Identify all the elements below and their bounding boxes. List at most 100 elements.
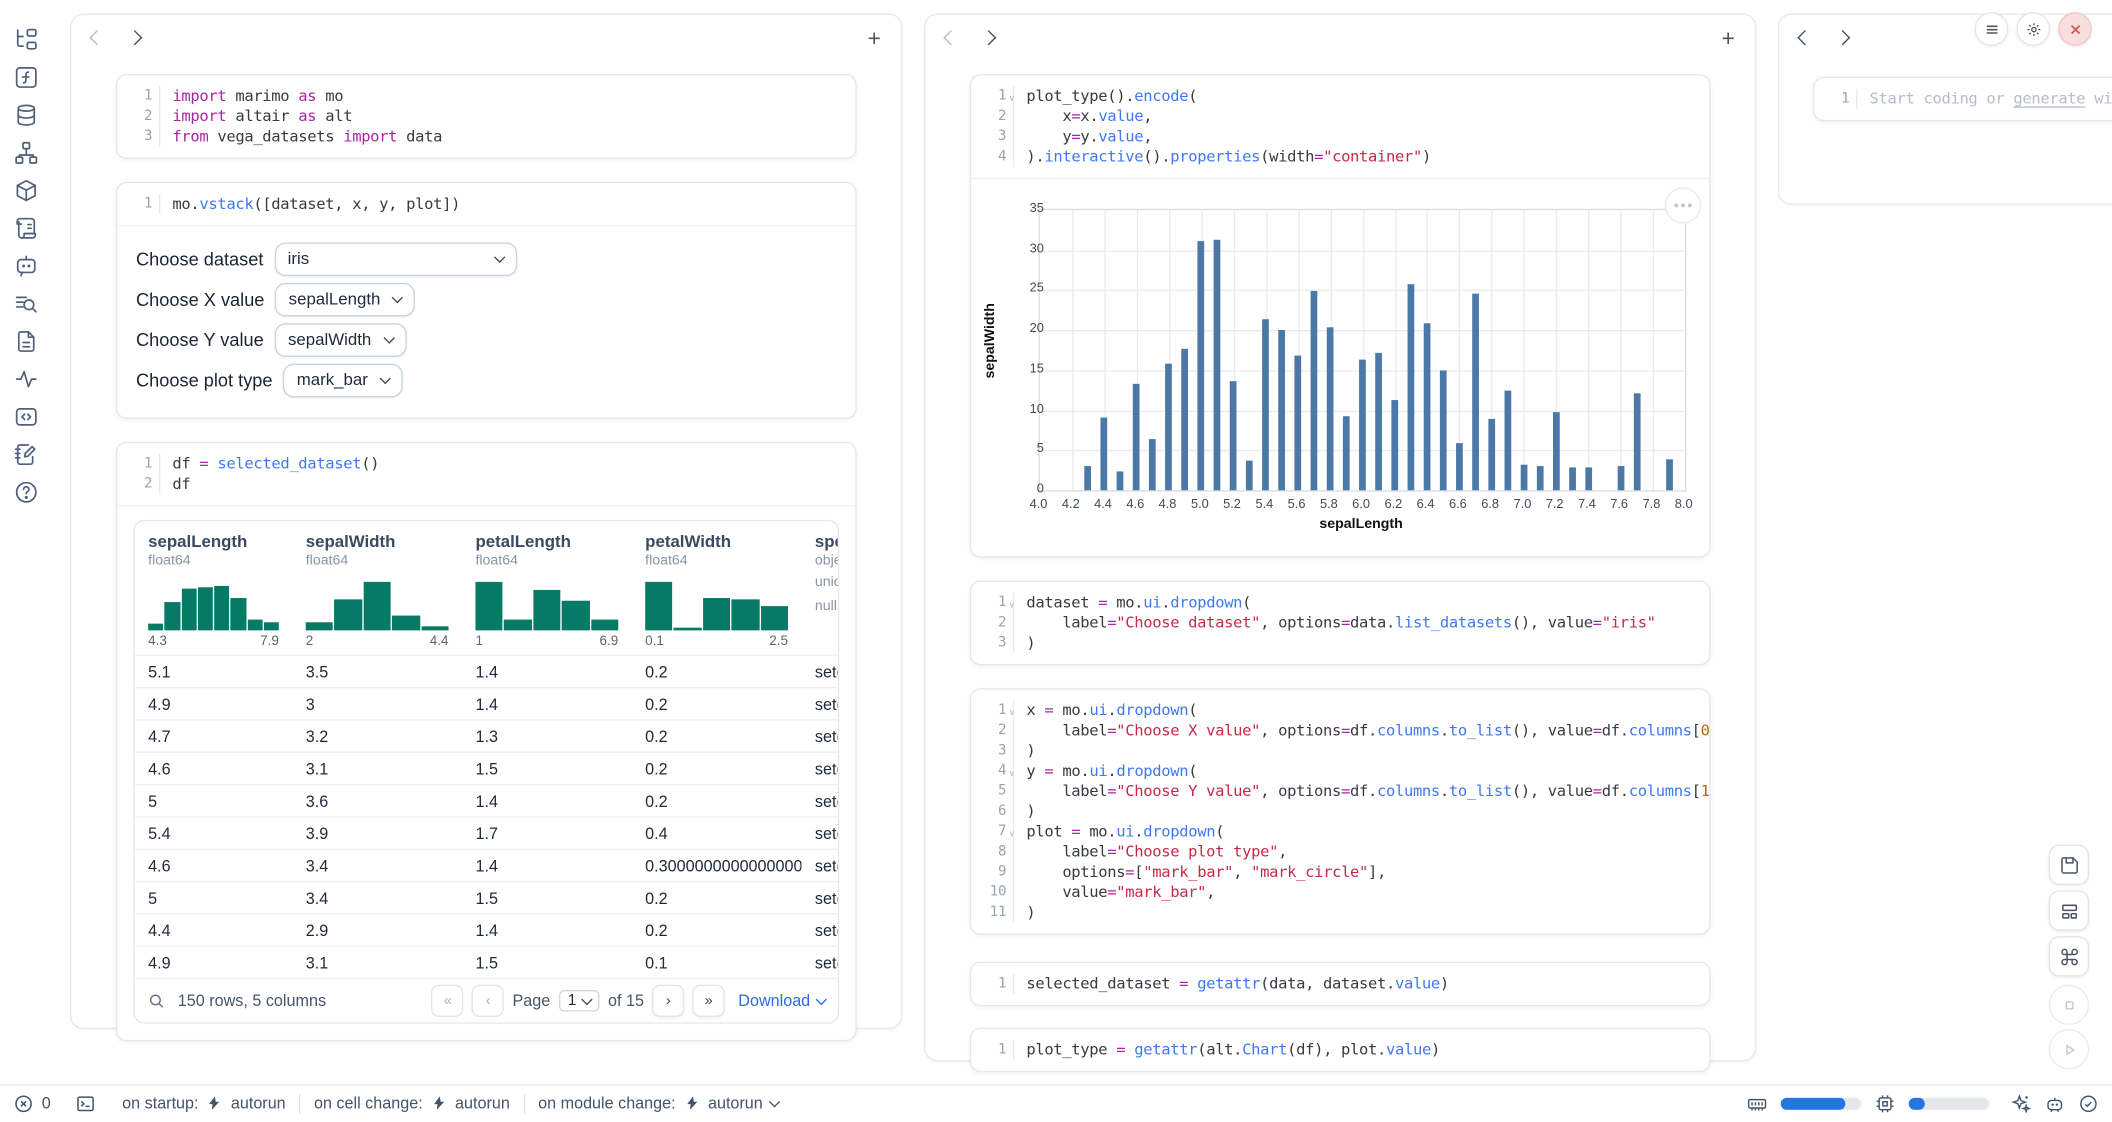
chart-bar <box>1407 284 1414 490</box>
column-prev-icon[interactable] <box>943 30 958 45</box>
table-cell: 4.4 <box>135 914 293 946</box>
file-tree-icon[interactable] <box>13 27 39 53</box>
dataframe-card: sepalLengthfloat644.37.9sepalWidthfloat6… <box>133 520 839 1024</box>
command-icon <box>2059 946 2079 966</box>
column-next-icon[interactable] <box>127 30 142 45</box>
sparkles-icon[interactable] <box>2011 1093 2031 1113</box>
help-circle-icon[interactable] <box>13 480 39 506</box>
xyplot-code-editor[interactable]: 1∨x = mo.ui.dropdown(2 label="Choose X v… <box>971 690 1709 934</box>
chart-bar <box>1166 363 1173 490</box>
command-palette-button[interactable] <box>2049 936 2089 976</box>
settings-button[interactable] <box>2016 12 2050 46</box>
line-number: 3 <box>971 741 1014 761</box>
chart-bar <box>1343 417 1350 491</box>
plot-type-code-editor[interactable]: 1plot_type = getattr(alt.Chart(df), plot… <box>971 1029 1709 1071</box>
table-cell: 0.2 <box>632 752 802 784</box>
next-page-button[interactable]: › <box>652 985 684 1017</box>
column-header-sepalLength[interactable]: sepalLengthfloat644.37.9 <box>135 521 293 655</box>
line-number: 2 <box>117 106 160 126</box>
column-prev-icon[interactable] <box>89 30 104 45</box>
table-cell: 0.1 <box>632 946 802 978</box>
network-icon[interactable] <box>13 140 39 166</box>
column-2: + 1∨plot_type().encode(2 x=x.value,3 y=y… <box>924 13 1756 1061</box>
notebook-pen-icon[interactable] <box>13 442 39 468</box>
chart-bar <box>1504 390 1511 490</box>
page-select[interactable]: 1 <box>558 990 600 1012</box>
database-icon[interactable] <box>13 102 39 128</box>
autorun-setting-0[interactable]: on startup:autorun <box>122 1094 286 1113</box>
table-cell: 3.9 <box>292 817 462 849</box>
errors-indicator[interactable]: 0 <box>13 1093 50 1113</box>
add-cell-button[interactable]: + <box>1721 26 1734 49</box>
autorun-setting-2[interactable]: on module change:autorun <box>538 1094 779 1113</box>
bot-message-icon[interactable] <box>13 253 39 279</box>
chart-y-axis-label: sepalWidth <box>982 246 998 435</box>
download-button[interactable]: Download <box>738 991 824 1010</box>
line-number: 3 <box>117 127 160 147</box>
chart-bar <box>1633 393 1640 491</box>
column-prev-icon[interactable] <box>1797 30 1812 45</box>
chart-actions-button[interactable] <box>1665 187 1701 223</box>
errors-count: 0 <box>42 1094 51 1113</box>
save-button[interactable] <box>2049 845 2089 885</box>
autorun-setting-1[interactable]: on cell change:autorun <box>314 1094 510 1113</box>
code-line: 1plot_type = getattr(alt.Chart(df), plot… <box>971 1040 1709 1060</box>
selected-dataset-code-editor[interactable]: 1selected_dataset = getattr(data, datase… <box>971 963 1709 1005</box>
activity-icon[interactable] <box>13 366 39 392</box>
stop-button[interactable] <box>2049 985 2089 1025</box>
bot-icon[interactable] <box>2045 1093 2065 1113</box>
table-cell: 4.7 <box>135 720 293 752</box>
prev-page-button[interactable]: ‹ <box>472 985 504 1017</box>
list-search-icon[interactable] <box>13 291 39 317</box>
line-number: 10 <box>971 882 1014 902</box>
run-button[interactable] <box>2049 1029 2089 1069</box>
save-icon <box>2059 855 2079 875</box>
last-page-button[interactable]: » <box>692 985 724 1017</box>
code-line: 10 value="mark_bar", <box>971 882 1709 902</box>
table-cell: setosa <box>801 720 837 752</box>
scratch-code-editor[interactable]: 1 Start coding or generate with <box>1814 78 2112 120</box>
add-cell-button[interactable]: + <box>868 26 881 49</box>
column-next-icon[interactable] <box>981 30 996 45</box>
code-line: 1mo.vstack([dataset, x, y, plot]) <box>117 194 855 214</box>
vstack-code-editor[interactable]: 1mo.vstack([dataset, x, y, plot]) <box>117 183 855 225</box>
generate-link[interactable]: generate <box>2013 89 2085 108</box>
file-text-icon[interactable] <box>13 329 39 355</box>
menu-button[interactable] <box>1975 12 2009 46</box>
close-button[interactable] <box>2058 12 2092 46</box>
code-line: 7∨plot = mo.ui.dropdown( <box>971 822 1709 842</box>
search-icon[interactable] <box>148 992 166 1010</box>
cell-selected-dataset: 1selected_dataset = getattr(data, datase… <box>970 962 1711 1006</box>
first-page-button[interactable]: « <box>432 985 464 1017</box>
circle-x-icon <box>13 1093 33 1113</box>
chart-bar <box>1488 418 1495 490</box>
imports-code-editor[interactable]: 1import marimo as mo2import altair as al… <box>117 75 855 157</box>
check-circle-icon[interactable] <box>2078 1093 2098 1113</box>
package-icon[interactable] <box>13 178 39 204</box>
chart-plot-area[interactable] <box>1038 209 1686 492</box>
choose-plot-type-select[interactable]: mark_bar <box>283 363 403 397</box>
close-icon <box>2067 21 2083 37</box>
code-box-icon[interactable] <box>13 404 39 430</box>
scroll-text-icon[interactable] <box>13 216 39 242</box>
choose-x-value-select[interactable]: sepalLength <box>275 282 415 316</box>
play-icon <box>2059 1039 2079 1059</box>
code-line: 3from vega_datasets import data <box>117 127 855 147</box>
terminal-button[interactable] <box>75 1093 95 1113</box>
column-header-petalWidth[interactable]: petalWidthfloat640.12.5 <box>632 521 802 655</box>
column-next-icon[interactable] <box>1835 30 1850 45</box>
function-square-icon[interactable] <box>13 65 39 91</box>
column-header-species[interactable]: speciesobjectunique:nulls: <box>801 521 837 655</box>
dataset-code-editor[interactable]: 1∨dataset = mo.ui.dropdown(2 label="Choo… <box>971 582 1709 664</box>
column-header-petalLength[interactable]: petalLengthfloat6416.9 <box>462 521 632 655</box>
choose-dataset-select[interactable]: iris <box>274 242 516 276</box>
layout-button[interactable] <box>2049 890 2089 930</box>
dataframe-footer: 150 rows, 5 columns « ‹ Page 1 of 15 › »… <box>135 978 838 1022</box>
page-count-label: of 15 <box>608 991 644 1010</box>
df-code-editor[interactable]: 1df = selected_dataset()2df <box>117 443 855 505</box>
choose-y-value-select[interactable]: sepalWidth <box>275 323 407 357</box>
table-cell: 0.2 <box>632 688 802 720</box>
stop-icon <box>2059 995 2079 1015</box>
chart-code-editor[interactable]: 1∨plot_type().encode(2 x=x.value,3 y=y.v… <box>971 75 1709 177</box>
column-header-sepalWidth[interactable]: sepalWidthfloat6424.4 <box>292 521 462 655</box>
